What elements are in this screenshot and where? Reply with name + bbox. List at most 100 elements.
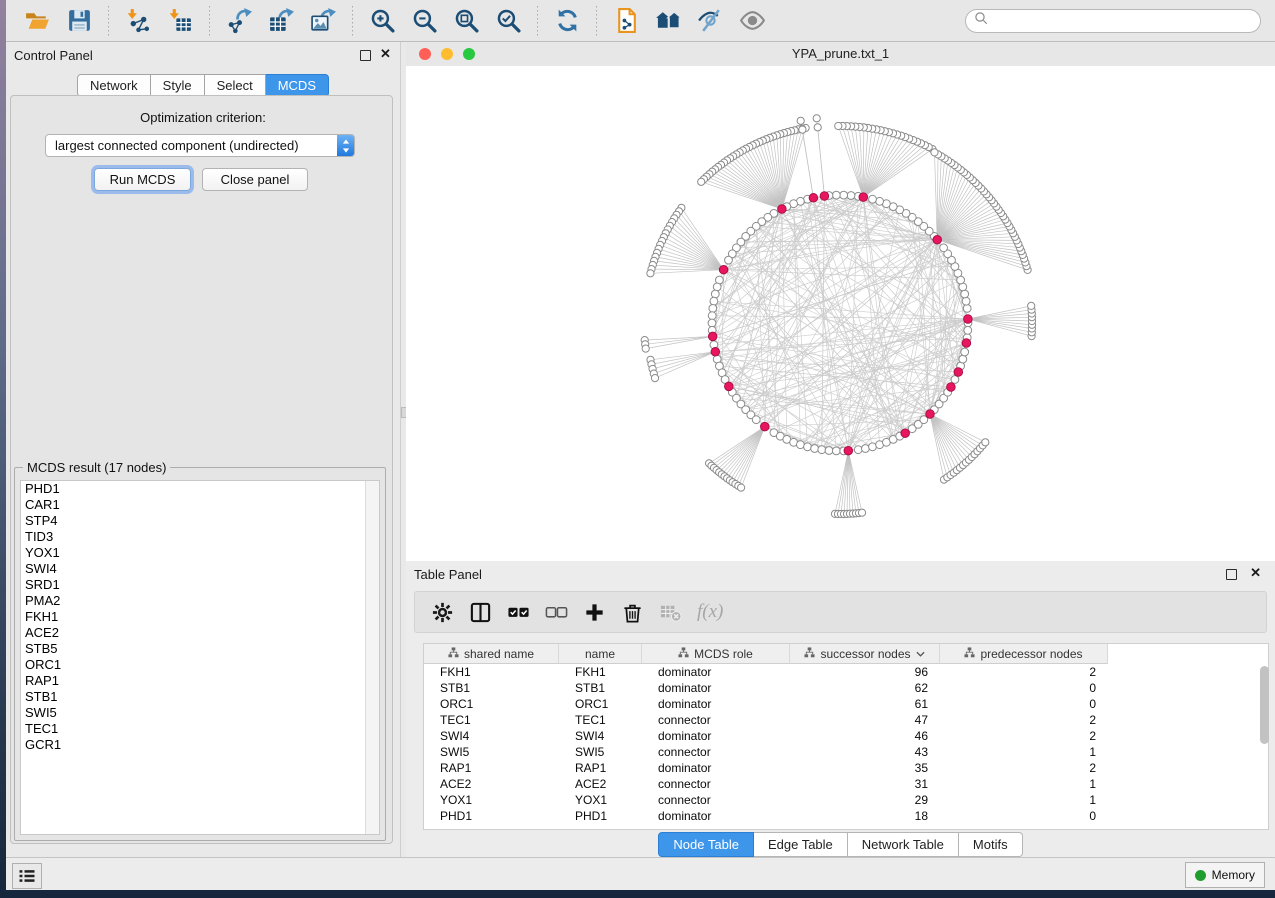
mcds-result-node[interactable]: PMA2 bbox=[21, 593, 379, 609]
mcds-hub-node[interactable] bbox=[761, 422, 770, 431]
ring-node[interactable] bbox=[862, 445, 870, 453]
ring-node[interactable] bbox=[708, 319, 716, 327]
mcds-hub-node[interactable] bbox=[711, 348, 720, 357]
ring-node[interactable] bbox=[951, 376, 959, 384]
mcds-hub-node[interactable] bbox=[809, 194, 818, 203]
column-header-predecessor-nodes[interactable]: predecessor nodes bbox=[940, 644, 1108, 664]
deselect-all-icon[interactable] bbox=[543, 599, 569, 625]
select-all-icon[interactable] bbox=[505, 599, 531, 625]
split-panel-icon[interactable] bbox=[467, 599, 493, 625]
table-scrollbar[interactable] bbox=[1260, 666, 1269, 744]
float-panel-icon[interactable] bbox=[360, 50, 371, 61]
float-table-panel-icon[interactable] bbox=[1226, 569, 1237, 580]
leaf-node[interactable] bbox=[647, 270, 654, 277]
run-mcds-button[interactable]: Run MCDS bbox=[94, 168, 191, 191]
refresh-icon[interactable] bbox=[552, 6, 582, 36]
ring-node[interactable] bbox=[964, 326, 972, 334]
mcds-result-node[interactable]: YOX1 bbox=[21, 545, 379, 561]
ring-node[interactable] bbox=[963, 305, 971, 313]
ring-node[interactable] bbox=[725, 256, 733, 264]
delete-table-icon[interactable] bbox=[657, 599, 683, 625]
ring-node[interactable] bbox=[876, 197, 884, 205]
leaf-node[interactable] bbox=[814, 124, 821, 131]
ring-node[interactable] bbox=[854, 446, 862, 454]
mcds-result-node[interactable]: ACE2 bbox=[21, 625, 379, 641]
column-header-successor-nodes[interactable]: successor nodes bbox=[790, 644, 940, 664]
mcds-result-node[interactable]: STB5 bbox=[21, 641, 379, 657]
table-row[interactable]: YOX1YOX1connector291 bbox=[424, 792, 1268, 808]
ring-node[interactable] bbox=[713, 283, 721, 291]
export-image-icon[interactable] bbox=[308, 6, 338, 36]
ring-node[interactable] bbox=[962, 297, 970, 305]
zoom-selected-icon[interactable] bbox=[493, 6, 523, 36]
mcds-hub-node[interactable] bbox=[778, 205, 787, 214]
tab-select[interactable]: Select bbox=[205, 74, 266, 97]
export-network-icon[interactable] bbox=[224, 6, 254, 36]
mcds-result-node[interactable]: GCR1 bbox=[21, 737, 379, 753]
mcds-result-node[interactable]: TID3 bbox=[21, 529, 379, 545]
mcds-hub-node[interactable] bbox=[964, 315, 973, 324]
ring-node[interactable] bbox=[847, 192, 855, 200]
tab-motifs[interactable]: Motifs bbox=[959, 832, 1023, 857]
ring-node[interactable] bbox=[818, 446, 826, 454]
tab-mcds[interactable]: MCDS bbox=[266, 74, 329, 97]
leaf-node[interactable] bbox=[642, 345, 649, 352]
table-row[interactable]: SWI5SWI5connector431 bbox=[424, 744, 1268, 760]
task-history-button[interactable] bbox=[12, 863, 42, 889]
table-row[interactable]: STB1STB1dominator620 bbox=[424, 680, 1268, 696]
tab-network-table[interactable]: Network Table bbox=[848, 832, 959, 857]
ring-node[interactable] bbox=[711, 290, 719, 298]
table-row[interactable]: TEC1TEC1connector472 bbox=[424, 712, 1268, 728]
column-header-MCDS-role[interactable]: MCDS role bbox=[642, 644, 790, 664]
mcds-hub-node[interactable] bbox=[947, 383, 956, 392]
leaf-node[interactable] bbox=[651, 375, 658, 382]
criterion-dropdown[interactable]: largest connected component (undirected) bbox=[45, 134, 355, 157]
tab-node-table[interactable]: Node Table bbox=[658, 832, 754, 857]
open-file-icon[interactable] bbox=[22, 6, 52, 36]
column-header-name[interactable]: name bbox=[559, 644, 642, 664]
mcds-result-node[interactable]: STB1 bbox=[21, 689, 379, 705]
mcds-result-node[interactable]: PHD1 bbox=[21, 481, 379, 497]
leaf-node[interactable] bbox=[835, 122, 842, 129]
ring-node[interactable] bbox=[832, 447, 840, 455]
ring-node[interactable] bbox=[709, 305, 717, 313]
ring-node[interactable] bbox=[940, 244, 948, 252]
mcds-result-node[interactable]: TEC1 bbox=[21, 721, 379, 737]
ring-node[interactable] bbox=[840, 191, 848, 199]
leaf-node[interactable] bbox=[1028, 302, 1035, 309]
mcds-hub-node[interactable] bbox=[901, 429, 910, 438]
mcds-hub-node[interactable] bbox=[719, 265, 728, 274]
ring-node[interactable] bbox=[832, 191, 840, 199]
mcds-result-node[interactable]: CAR1 bbox=[21, 497, 379, 513]
mcds-hub-node[interactable] bbox=[954, 368, 963, 377]
function-builder-icon[interactable]: f(x) bbox=[697, 601, 723, 623]
mcds-result-node[interactable]: SRD1 bbox=[21, 577, 379, 593]
close-panel-icon[interactable]: ✕ bbox=[380, 46, 391, 62]
mcds-result-scrollbar[interactable] bbox=[365, 481, 379, 834]
mcds-result-node[interactable]: FKH1 bbox=[21, 609, 379, 625]
ring-node[interactable] bbox=[869, 443, 877, 451]
ring-node[interactable] bbox=[797, 441, 805, 449]
table-row[interactable]: ACE2ACE2connector311 bbox=[424, 776, 1268, 792]
tab-network[interactable]: Network bbox=[77, 74, 151, 97]
network-from-document-icon[interactable] bbox=[611, 6, 641, 36]
ring-node[interactable] bbox=[961, 290, 969, 298]
close-panel-button[interactable]: Close panel bbox=[202, 168, 308, 191]
ring-node[interactable] bbox=[710, 297, 718, 305]
export-table-icon[interactable] bbox=[266, 6, 296, 36]
leaf-node[interactable] bbox=[858, 509, 865, 516]
leaf-node[interactable] bbox=[797, 117, 804, 124]
search-box[interactable] bbox=[965, 9, 1261, 33]
network-window-titlebar[interactable]: YPA_prune.txt_1 bbox=[406, 42, 1275, 67]
import-network-icon[interactable] bbox=[123, 6, 153, 36]
mcds-hub-node[interactable] bbox=[725, 382, 734, 391]
table-settings-icon[interactable] bbox=[429, 599, 455, 625]
ring-node[interactable] bbox=[825, 447, 833, 455]
search-input[interactable] bbox=[994, 11, 1260, 31]
tab-edge-table[interactable]: Edge Table bbox=[754, 832, 848, 857]
memory-button[interactable]: Memory bbox=[1185, 862, 1265, 888]
save-session-icon[interactable] bbox=[64, 6, 94, 36]
network-canvas[interactable] bbox=[406, 66, 1275, 561]
ring-node[interactable] bbox=[708, 312, 716, 320]
show-all-icon[interactable] bbox=[737, 6, 767, 36]
